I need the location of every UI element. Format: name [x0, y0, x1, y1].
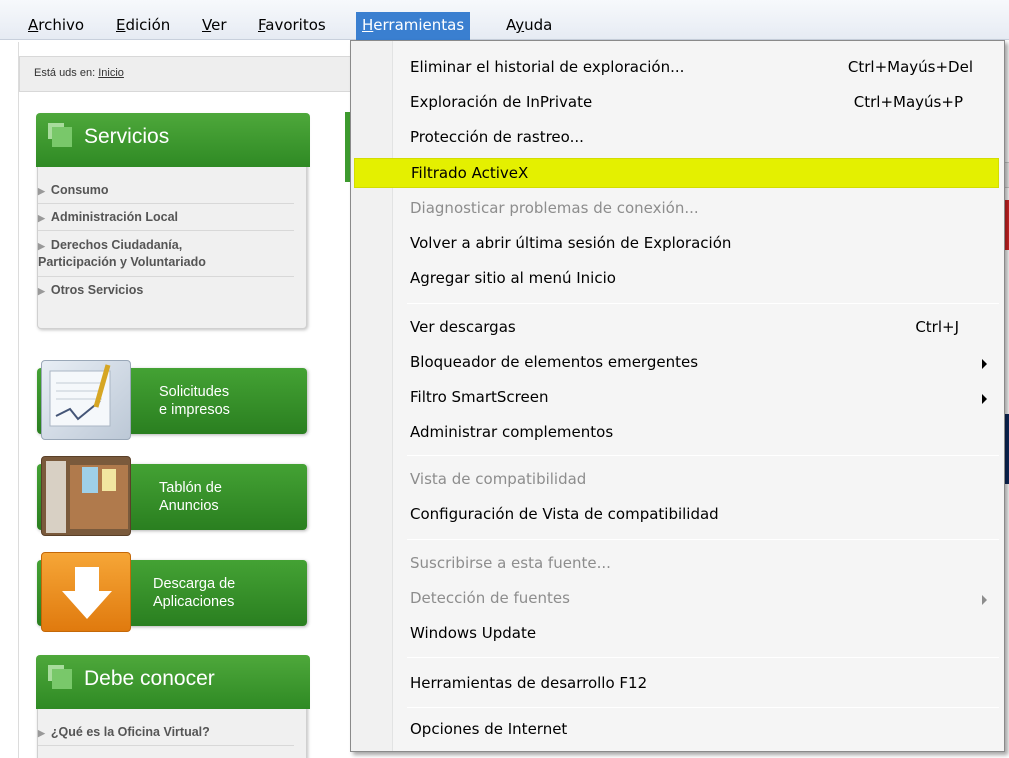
- triangle-right-icon: ▶: [38, 728, 45, 738]
- servicios-title: Servicios: [84, 125, 170, 148]
- triangle-right-icon: ▶: [38, 186, 45, 196]
- debe-conocer-item-oficina-virtual[interactable]: ▶ ¿Qué es la Oficina Virtual?: [38, 719, 294, 746]
- menu-separator: [407, 539, 999, 540]
- tile-solicitudes-label: Solicitudes e impresos: [159, 384, 230, 418]
- menu-item-eliminar-historial[interactable]: Eliminar el historial de exploración... C…: [354, 51, 999, 85]
- breadcrumb-prefix: Está uds en:: [34, 67, 96, 79]
- breadcrumb-link-inicio[interactable]: Inicio: [98, 67, 124, 79]
- download-arrow-icon: [41, 552, 131, 632]
- menu-item-agregar-sitio[interactable]: Agregar sitio al menú Inicio: [354, 262, 999, 296]
- menu-item-vista-compatibilidad: Vista de compatibilidad: [410, 470, 587, 488]
- menu-item-opciones-internet[interactable]: Opciones de Internet: [354, 713, 999, 747]
- menu-item-bloqueador-emergentes[interactable]: Bloqueador de elementos emergentes: [354, 346, 999, 380]
- menu-ver[interactable]: Ver: [196, 12, 233, 38]
- menu-archivo[interactable]: Archivo: [22, 12, 90, 38]
- notice-board-icon: [41, 456, 131, 536]
- tile-tablon[interactable]: Tablón de Anuncios: [37, 456, 307, 536]
- menu-item-proteccion-rastreo[interactable]: Protección de rastreo...: [354, 121, 999, 155]
- tile-solicitudes[interactable]: Solicitudes e impresos: [37, 360, 307, 440]
- menu-item-herramientas-desarrollo[interactable]: Herramientas de desarrollo F12: [354, 667, 999, 701]
- menu-item-deteccion-fuentes: Detección de fuentes: [354, 582, 999, 616]
- debe-conocer-header: Debe conocer: [36, 655, 310, 709]
- servicios-item-derechos[interactable]: ▶ Derechos Ciudadanía, Participación y Vo…: [38, 231, 294, 277]
- menu-item-smartscreen[interactable]: Filtro SmartScreen: [354, 381, 999, 415]
- triangle-right-icon: ▶: [38, 286, 45, 296]
- menu-edicion[interactable]: Edición: [110, 12, 176, 38]
- menu-item-suscribirse-fuente: Suscribirse a esta fuente...: [410, 554, 611, 572]
- menu-separator: [407, 303, 999, 304]
- menu-favoritos[interactable]: Favoritos: [252, 12, 332, 38]
- menu-item-diagnosticar: Diagnosticar problemas de conexión...: [410, 199, 699, 217]
- menu-item-config-vista-compatibilidad[interactable]: Configuración de Vista de compatibilidad: [354, 498, 999, 532]
- menu-item-inprivate[interactable]: Exploración de InPrivate Ctrl+Mayús+P: [354, 86, 999, 120]
- submenu-arrow-icon: [982, 394, 987, 404]
- servicios-header: Servicios: [36, 113, 310, 167]
- menu-ayuda[interactable]: Ayuda: [500, 12, 558, 38]
- menu-item-volver-abrir-sesion[interactable]: Volver a abrir última sesión de Explorac…: [354, 227, 999, 261]
- document-pen-icon: [41, 360, 131, 440]
- menu-item-administrar-complementos[interactable]: Administrar complementos: [354, 416, 999, 450]
- debe-conocer-title: Debe conocer: [84, 667, 215, 690]
- tile-descarga-label: Descarga de Aplicaciones: [153, 576, 236, 610]
- triangle-right-icon: ▶: [38, 241, 45, 251]
- menu-item-filtrado-activex[interactable]: Filtrado ActiveX: [354, 158, 999, 188]
- tile-descarga[interactable]: Descarga de Aplicaciones: [37, 552, 307, 632]
- tile-tablon-label: Tablón de Anuncios: [159, 480, 222, 514]
- servicios-panel: Servicios ▶ Consumo ▶ Administración Local…: [36, 113, 310, 329]
- menu-separator: [407, 455, 999, 456]
- menu-bar: Archivo Edición Ver Favoritos Herramient…: [0, 0, 1009, 40]
- menu-herramientas[interactable]: Herramientas: [356, 12, 471, 40]
- panel-square-icon: [52, 669, 72, 689]
- menu-separator: [407, 707, 999, 708]
- herramientas-dropdown: Eliminar el historial de exploración... C…: [350, 40, 1005, 752]
- servicios-item-administracion-local[interactable]: ▶ Administración Local: [38, 204, 294, 231]
- servicios-item-otros[interactable]: ▶ Otros Servicios: [38, 277, 294, 303]
- submenu-arrow-icon: [982, 359, 987, 369]
- servicios-item-consumo[interactable]: ▶ Consumo: [38, 177, 294, 204]
- menu-item-ver-descargas[interactable]: Ver descargas Ctrl+J: [354, 311, 999, 345]
- submenu-arrow-icon: [982, 595, 987, 605]
- breadcrumb: Está uds en: Inicio: [19, 56, 364, 92]
- triangle-right-icon: ▶: [38, 213, 45, 223]
- menu-item-windows-update[interactable]: Windows Update: [354, 617, 999, 651]
- menu-separator: [407, 657, 999, 658]
- panel-square-icon: [52, 127, 72, 147]
- debe-conocer-panel: Debe conocer ▶ ¿Qué es la Oficina Virtual…: [36, 655, 310, 758]
